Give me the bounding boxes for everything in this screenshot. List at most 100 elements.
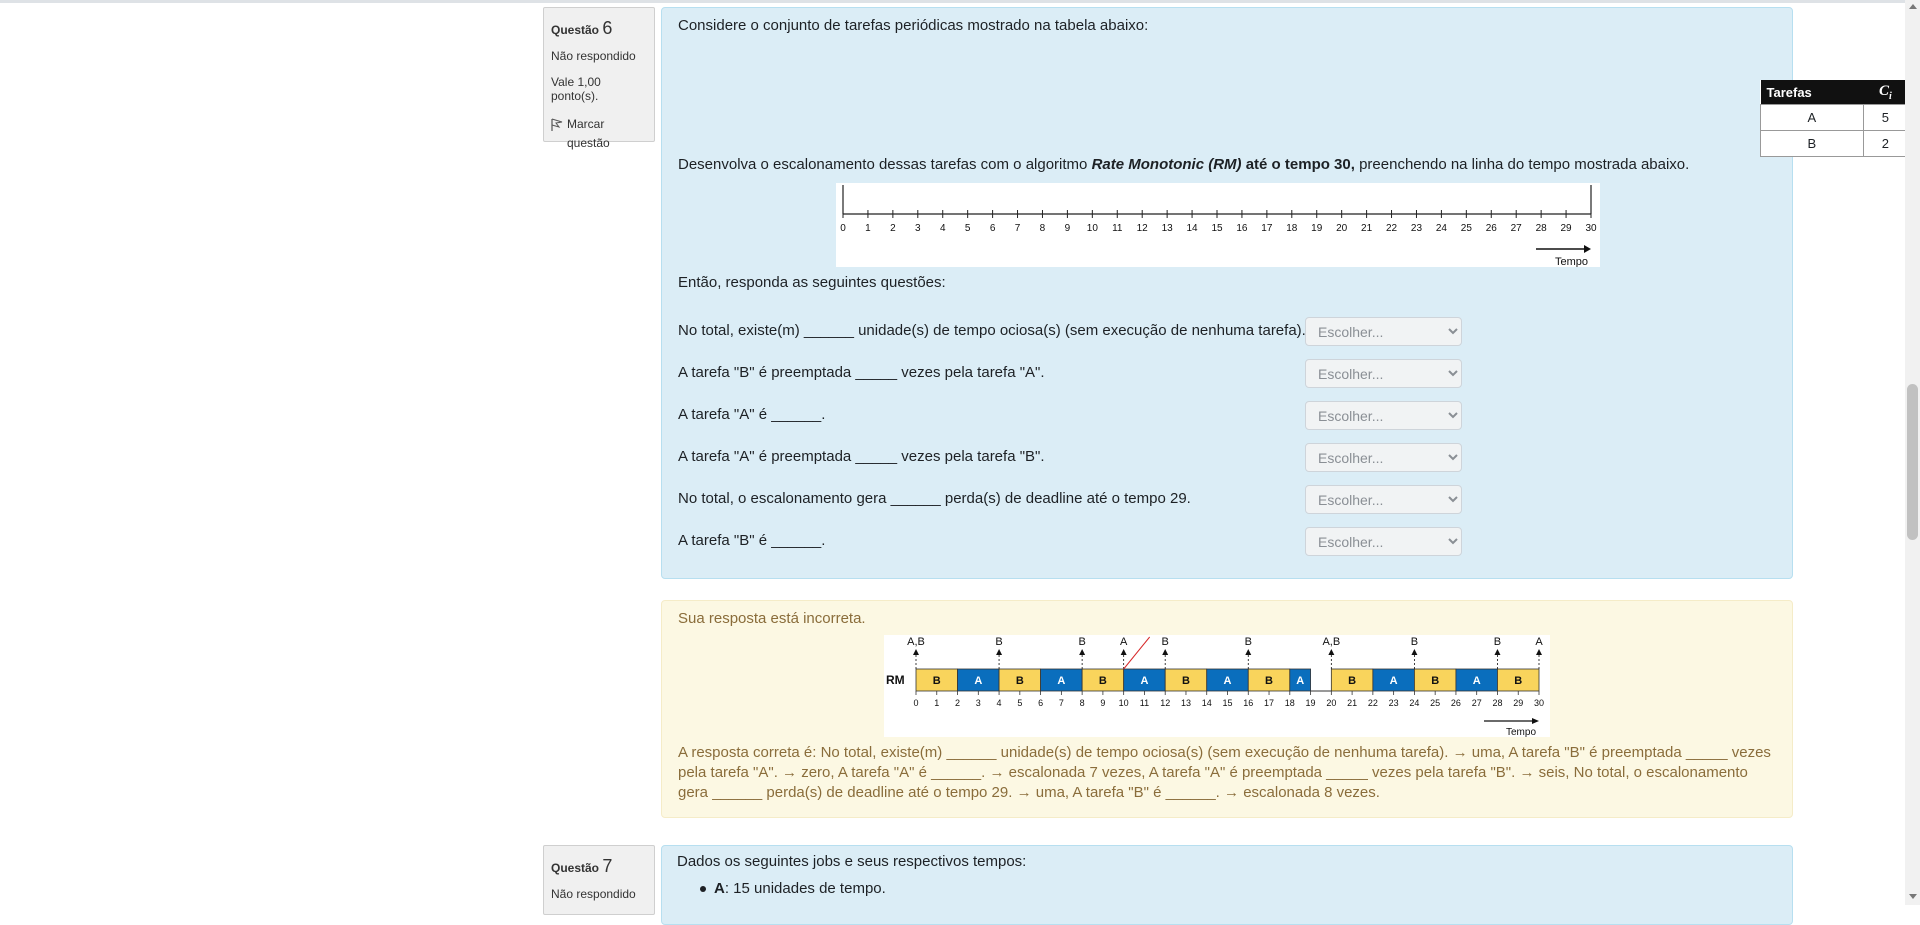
question-status: Não respondido	[551, 887, 647, 901]
schedule-block-label: A	[1140, 675, 1148, 687]
schedule-tick-label: 23	[1389, 698, 1399, 708]
schedule-tick-label: 18	[1285, 698, 1295, 708]
arrival-label: B	[1162, 636, 1169, 648]
tempo-label: Tempo	[1555, 256, 1588, 267]
timeline-tick-label: 24	[1436, 223, 1448, 234]
timeline-tick-label: 23	[1411, 223, 1423, 234]
timeline-tick-label: 2	[890, 223, 896, 234]
arrival-arrow	[1162, 649, 1168, 655]
arrival-label: B	[995, 636, 1002, 648]
schedule-tick-label: 21	[1347, 698, 1357, 708]
arrival-arrow	[1328, 649, 1334, 655]
schedule-tick-label: 20	[1326, 698, 1336, 708]
arrival-arrow	[1121, 649, 1127, 655]
schedule-block-label: B	[1099, 675, 1107, 687]
arrival-label: B	[1411, 636, 1418, 648]
table-cell: 5	[1863, 105, 1907, 131]
rm-schedule-chart: RMBABABABABABABAB01234567891011121314151…	[884, 635, 1550, 737]
schedule-tick-label: 11	[1140, 698, 1149, 708]
subquestion-text: No total, existe(m) ______ unidade(s) de…	[678, 322, 1306, 339]
task-table-header: Tarefas Ci Pi Di	[1761, 80, 1920, 105]
answer-select[interactable]: Escolher...	[1305, 317, 1462, 346]
arrival-label: B	[1494, 636, 1501, 648]
question-instruction: Desenvolva o escalonamento dessas tarefa…	[678, 156, 1689, 173]
arrival-arrow	[1536, 649, 1542, 655]
timeline-tick-label: 8	[1040, 223, 1046, 234]
tempo-arrow-head	[1584, 245, 1591, 253]
schedule-block-label: B	[1431, 675, 1439, 687]
question-then: Então, responda as seguintes questões:	[678, 274, 946, 291]
arrival-label: A,B	[1322, 636, 1340, 648]
question-number: Questão 6	[551, 18, 647, 39]
schedule-tick-label: 10	[1119, 698, 1129, 708]
instruction-bold: até o tempo 30,	[1242, 156, 1355, 173]
timeline-tick-label: 7	[1015, 223, 1021, 234]
timeline-tick-label: 9	[1065, 223, 1071, 234]
timeline-tick-label: 15	[1211, 223, 1223, 234]
timeline-tick-label: 14	[1187, 223, 1199, 234]
timeline-tick-label: 19	[1311, 223, 1323, 234]
schedule-tick-label: 8	[1080, 698, 1085, 708]
timeline-tick-label: 1	[865, 223, 871, 234]
schedule-tick-label: 14	[1202, 698, 1212, 708]
table-header-tasks: Tarefas	[1761, 80, 1864, 105]
answer-select[interactable]: Escolher...	[1305, 359, 1462, 388]
schedule-tick-label: 2	[955, 698, 960, 708]
timeline-tick-label: 11	[1112, 223, 1123, 234]
scroll-up-icon[interactable]	[1909, 4, 1917, 9]
answer-select[interactable]: Escolher...	[1305, 443, 1462, 472]
table-cell: 2	[1863, 131, 1907, 157]
schedule-block-label: B	[1016, 675, 1024, 687]
answer-select[interactable]: Escolher...	[1305, 401, 1462, 430]
flag-question-button[interactable]: Marcarquestão	[551, 115, 647, 153]
timeline-tick-label: 12	[1137, 223, 1149, 234]
subquestion-text: A tarefa "B" é ______.	[678, 532, 825, 549]
job-text: : 15 unidades de tempo.	[725, 880, 886, 897]
schedule-tick-label: 25	[1430, 698, 1440, 708]
flag-icon	[551, 118, 563, 132]
table-row: B 2 4 4	[1761, 131, 1920, 157]
arrival-label: A	[1535, 636, 1543, 648]
schedule-block-label: B	[1182, 675, 1190, 687]
page-scrollbar[interactable]	[1905, 0, 1920, 905]
answer-select[interactable]: Escolher...	[1305, 485, 1462, 514]
schedule-block-label: B	[1348, 675, 1356, 687]
arrival-label: A,B	[907, 636, 925, 648]
question-number: Questão 7	[551, 856, 647, 877]
job-list-item: A: 15 unidades de tempo.	[700, 880, 886, 897]
deadline-miss-line	[1124, 637, 1150, 669]
top-border	[0, 0, 1905, 3]
question7-intro: Dados os seguintes jobs e seus respectiv…	[677, 853, 1026, 870]
schedule-tick-label: 6	[1038, 698, 1043, 708]
arrival-arrow	[1411, 649, 1417, 655]
arrival-arrow	[996, 649, 1002, 655]
scrollbar-thumb[interactable]	[1907, 384, 1918, 540]
arrival-arrow	[1494, 649, 1500, 655]
timeline-tick-label: 28	[1536, 223, 1548, 234]
table-row: A 5 10 10	[1761, 105, 1920, 131]
subquestion-4: A tarefa "A" é preemptada _____ vezes pe…	[678, 443, 1788, 471]
arrival-label: A	[1120, 636, 1128, 648]
feedback-box: Sua resposta está incorreta. RMBABABABAB…	[661, 600, 1793, 818]
right-answer: A resposta correta é: No total, existe(m…	[678, 743, 1774, 803]
schedule-tick-label: 9	[1100, 698, 1105, 708]
question-number-value: 6	[602, 18, 612, 38]
schedule-tick-label: 24	[1409, 698, 1419, 708]
schedule-block-label: A	[1473, 675, 1481, 687]
subquestion-text: A tarefa "A" é ______.	[678, 406, 825, 423]
feedback-status: Sua resposta está incorreta.	[678, 610, 866, 627]
arrival-arrow	[913, 649, 919, 655]
schedule-tick-label: 15	[1222, 698, 1232, 708]
timeline-tick-label: 4	[940, 223, 946, 234]
scroll-down-icon[interactable]	[1909, 894, 1917, 899]
instruction-text: Desenvolva o escalonamento dessas tarefa…	[678, 156, 1092, 173]
schedule-tick-label: 27	[1472, 698, 1482, 708]
timeline-tick-label: 16	[1236, 223, 1248, 234]
timeline-tick-label: 20	[1336, 223, 1348, 234]
schedule-tick-label: 28	[1492, 698, 1502, 708]
schedule-tick-label: 19	[1306, 698, 1316, 708]
answer-select[interactable]: Escolher...	[1305, 527, 1462, 556]
arrival-label: B	[1245, 636, 1252, 648]
timeline-tick-label: 27	[1511, 223, 1523, 234]
subquestion-3: A tarefa "A" é ______. Escolher...	[678, 401, 1788, 429]
